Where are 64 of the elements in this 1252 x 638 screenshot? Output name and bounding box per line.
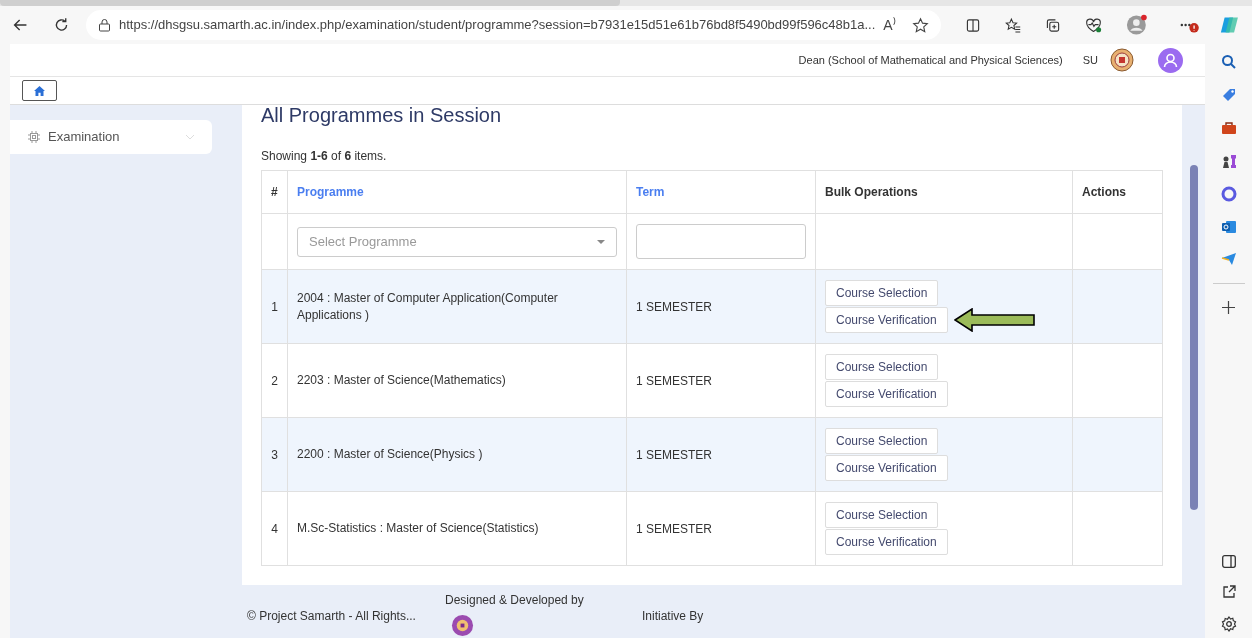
chip-icon [28,131,40,143]
row-number: 1 [271,299,278,314]
operation-button[interactable]: Course Verification [825,455,948,481]
sortable-column-header[interactable]: Programme [297,185,364,199]
copyright-text: © Project Samarth - All Rights... [247,608,417,625]
home-icon [34,85,45,96]
home-button[interactable] [22,80,57,101]
briefcase-icon[interactable] [1220,120,1237,136]
copilot-icon[interactable] [1219,14,1240,36]
read-aloud-icon[interactable]: A⁾ [883,14,896,36]
caret-icon [597,239,605,244]
refresh-icon[interactable] [53,16,70,34]
term-text: 1 SEMESTER [636,447,713,462]
add-icon[interactable] [1222,301,1235,314]
programme-name: M.Sc-Statistics : Master of Science(Statistics) [297,521,539,535]
programme-name: 2004 : Master of Computer Application(Computer Applications ) [297,290,558,322]
search-icon[interactable] [1220,54,1237,70]
programme-name: 2203 : Master of Science(Mathematics) [297,373,506,387]
operation-button[interactable]: Course Verification [825,529,948,555]
summary-text: Showing 1-6 of 6 items. [261,148,388,165]
star-icon[interactable] [911,16,929,34]
settings-icon[interactable] [1220,616,1237,632]
row-number: 4 [271,521,278,536]
term-text: 1 SEMESTER [636,521,713,536]
programme-name: 2200 : Master of Science(Physics ) [297,447,483,461]
initiative-by-text: Initiative By [642,608,704,625]
send-icon[interactable] [1220,252,1237,266]
user-initials: SU [1082,52,1098,68]
sidebar-panel-icon[interactable] [1221,555,1236,568]
external-link-icon[interactable] [1221,585,1236,599]
chess-pieces-icon[interactable] [1220,153,1237,169]
office-icon[interactable] [1220,186,1237,202]
sortable-column-header[interactable]: Term [636,185,665,199]
favorites-icon[interactable] [1004,16,1021,34]
operation-button[interactable]: Course Selection [825,428,939,454]
collections-icon[interactable] [1044,16,1061,34]
operation-button[interactable]: Course Verification [825,381,948,407]
user-avatar-icon[interactable] [1158,47,1183,73]
term-text: 1 SEMESTER [636,373,713,388]
split-screen-icon[interactable] [964,16,981,34]
outlook-icon[interactable] [1220,219,1237,235]
sidebar-item[interactable]: Examination [10,120,212,154]
term-text: 1 SEMESTER [636,299,713,314]
page-title: All Programmes in Session [261,105,503,127]
column-header: Bulk Operations [825,185,918,199]
row-number: 3 [271,447,278,462]
operation-button[interactable]: Course Selection [825,502,939,528]
column-header: # [271,185,278,199]
designed-by-text: Designed & Developed by [445,592,585,609]
lock-icon [97,18,111,32]
developer-logo-icon [451,614,474,637]
operation-button[interactable]: Course Selection [825,354,939,380]
column-header: Actions [1082,185,1126,199]
url-text: https://dhsgsu.samarth.ac.in/index.php/examination/student/programme?session=b7931e15d51e61b76bd8f5490bd99f596c48b1a... [118,16,876,35]
row-number: 2 [271,373,278,388]
university-logo-icon [1110,48,1134,72]
operation-button[interactable]: Course Selection [825,280,939,306]
scrollbar-thumb[interactable] [1189,165,1198,510]
profile-icon[interactable] [1125,14,1147,36]
address-bar[interactable]: https://dhsgsu.samarth.ac.in/index.php/examination/student/programme?session=b7931e15d51e61b76bd8f5490bd99f596c48b1a... A⁾ [85,10,941,40]
term-filter-field[interactable] [636,224,806,259]
operation-button[interactable]: Course Verification [825,307,948,333]
user-role-text: Dean (School of Mathematical and Physical Sciences) [798,52,1063,68]
heart-pulse-icon[interactable] [1084,16,1102,34]
